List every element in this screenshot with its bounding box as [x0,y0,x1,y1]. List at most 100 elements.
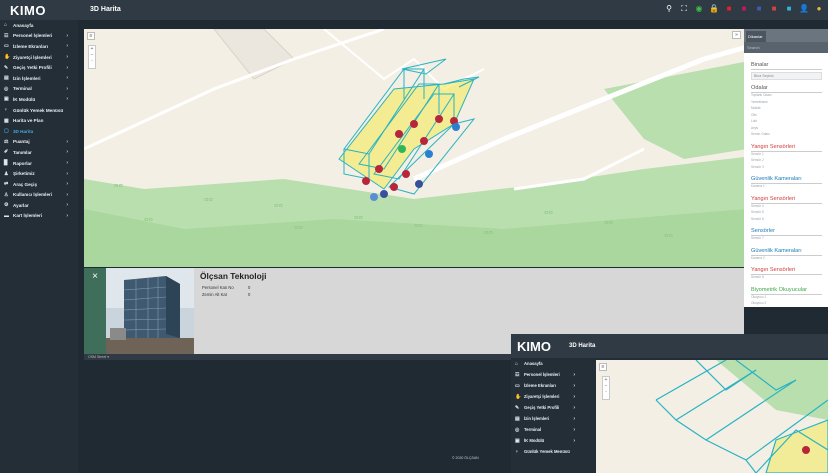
layer-item[interactable]: Kamera 1 [751,184,822,191]
layer-item[interactable]: Sensör 7 [751,236,822,243]
flag-other-icon[interactable]: ■ [739,4,749,14]
basemap-selector[interactable]: OSM Street ▾ [88,355,109,359]
reset-view-button[interactable]: ◦ [89,58,95,64]
nav-icon: ⚖ [4,138,9,145]
sidebar-item-1[interactable]: ☲ Personel İşlemleri › [511,369,591,380]
sidebar-item-1[interactable]: ☲ Personel İşlemleri › [0,31,78,42]
sidebar-item-11[interactable]: ⚖ Puantaj › [0,137,78,148]
layer-item[interactable]: Sensör 3 [751,165,822,172]
overlay-logo[interactable]: KIMO [517,339,551,354]
sidebar-item-0[interactable]: ⌂ Anasayfa [0,20,78,31]
sidebar-item-18[interactable]: ▬ Kart İşlemleri › [0,211,78,222]
overlay-map-view[interactable]: ≡ + − ◦ [596,360,828,473]
search-icon[interactable]: ⚲ [664,4,674,14]
info-label: Zemin Alt Kat [202,292,227,297]
sidebar-item-3[interactable]: ✋ Ziyaretçi İşlemleri › [0,52,78,63]
map-3d-view[interactable]: ⴰⴰ ⴰⴰ ⴰⴰ ⴰⴰ ⴰⴰ ⴰⴰ ⴰⴰ ⴰⴰ ⴰⴰ ⴰⴰ ⴰⴰ ≡ + − ◦ [84,29,811,267]
avatar-icon[interactable]: ● [814,4,824,14]
sidebar-item-8[interactable]: ♆ Günlük Yemek Menüsü [511,446,591,457]
flag-tr-icon[interactable]: ■ [724,4,734,14]
layer-section-title[interactable]: Biyometrik Okuyucular [751,287,822,295]
sidebar-item-9[interactable]: ▦ Harita ve Plan [0,115,78,126]
sidebar-item-3[interactable]: ✋ Ziyaretçi İşlemleri › [511,391,591,402]
nav-icon: ♆ [515,448,519,455]
fullscreen-icon[interactable]: ⛶ [679,4,689,14]
layer-section-title[interactable]: Güvenlik Kameraları [751,176,822,184]
user-icon[interactable]: 👤 [799,4,809,14]
sidebar-item-16[interactable]: ♙ Kullanıcı İşlemleri › [0,190,78,201]
app-logo[interactable]: KIMO [10,3,46,18]
chevron-right-icon: › [66,96,68,103]
svg-text:ⴰⴰ: ⴰⴰ [144,215,154,223]
sidebar-item-6[interactable]: ◎ Terminal › [0,84,78,95]
layer-section-title[interactable]: Binalar [751,62,822,70]
sidebar-item-label: İK Modülü [524,438,545,443]
layer-section-title[interactable]: Yangın Sensörleri [751,267,822,275]
sidebar-item-7[interactable]: ▣ İK Modülü › [511,435,591,446]
flag-en-icon[interactable]: ■ [754,4,764,14]
lock-icon[interactable]: 🔒 [709,4,719,14]
nav-icon: ♙ [4,191,9,198]
sidebar-item-0[interactable]: ⌂ Anasayfa [511,358,591,369]
layer-section-title[interactable]: Sensörler [751,228,822,236]
sidebar-item-12[interactable]: ✐ Tanımlar › [0,147,78,158]
layer-section-title[interactable]: Yangın Sensörleri [751,196,822,204]
panel-collapse-button[interactable]: » [732,31,741,39]
building-select[interactable]: Bina Seçiniz [751,72,822,80]
sidebar-item-6[interactable]: ◎ Terminal › [511,424,591,435]
sidebar-item-8[interactable]: ♆ Günlük Yemek Menüsü [0,105,78,116]
status-circle-icon[interactable]: ◉ [694,4,704,14]
layer-item-label: Kamera 2 [751,255,765,260]
chevron-right-icon: › [66,64,68,71]
nav-icon: ✎ [4,64,9,71]
tab-dikanlar[interactable]: Dikanlar [746,31,766,42]
topbar-icons: ⚲ ⛶ ◉ 🔒 ■ ■ ■ ■ ■ 👤 ● [664,4,828,14]
notification-icon[interactable]: ■ [784,4,794,14]
layer-section-title[interactable]: Güvenlik Kameraları [751,248,822,256]
overlay-reset-button[interactable]: ◦ [603,389,609,395]
sidebar-item-label: Terminal [13,86,32,92]
layer-item[interactable]: Kamera 2 [751,256,822,263]
sidebar-item-label: İzin İşlemleri [13,75,41,81]
top-navbar: KIMO 3D Harita ⚲ ⛶ ◉ 🔒 ■ ■ ■ ■ ■ 👤 ● [0,0,828,20]
sidebar-item-14[interactable]: ♟ Şirketimiz › [0,168,78,179]
sidebar-item-label: Şirketimiz [13,171,35,177]
svg-text:ⴰⴰ: ⴰⴰ [294,223,304,231]
sidebar-item-5[interactable]: ▤ İzin İşlemleri › [511,413,591,424]
layer-item[interactable]: Sensör 8 [751,275,822,282]
sidebar-item-4[interactable]: ✎ Geçiş Yetki Profili › [511,402,591,413]
layer-item[interactable]: Server Odası [751,132,822,139]
sidebar-item-2[interactable]: ▭ İzleme Ekranları › [0,41,78,52]
right-panel: Dikanlar Search Binalar Bina Seçiniz Odala… [744,29,828,307]
sidebar-item-13[interactable]: ▉ Raporlar › [0,158,78,169]
sidebar-item-17[interactable]: ⚙ Ayarlar › [0,200,78,211]
nav-icon: ◎ [515,426,520,433]
nav-icon: ✎ [515,404,520,411]
layer-section-title[interactable]: Yangın Sensörleri [751,144,822,152]
map-canvas[interactable]: ⴰⴰ ⴰⴰ ⴰⴰ ⴰⴰ ⴰⴰ ⴰⴰ ⴰⴰ ⴰⴰ ⴰⴰ ⴰⴰ ⴰⴰ [84,29,811,267]
building-title: Ölçsan Teknoloji [200,271,267,281]
layer-item[interactable]: Okuyucu 2 [751,301,822,308]
sidebar-item-4[interactable]: ✎ Geçiş Yetki Profili › [0,62,78,73]
layer-item[interactable]: Sensör 6 [751,217,822,224]
sidebar-item-15[interactable]: ⇄ Araç Geçiş › [0,179,78,190]
sidebar-item-2[interactable]: ▭ İzleme Ekranları › [511,380,591,391]
sidebar-item-10[interactable]: ▢ 3D Harita [0,126,78,137]
nav-icon: ✋ [4,54,11,61]
svg-text:ⴰⴰ: ⴰⴰ [664,231,674,239]
nav-icon: ⌂ [4,22,8,29]
close-icon[interactable]: × [84,268,106,354]
nav-icon: ⌂ [515,360,519,367]
nav-icon: ▭ [4,43,9,50]
layer-item-label: Sensör 8 [751,275,764,279]
sidebar-item-7[interactable]: ▣ İK Modülü › [0,94,78,105]
panel-search-input[interactable]: Search [744,42,828,53]
layers-button[interactable]: ≡ [87,32,95,40]
layer-item-label: Okuyucu 2 [751,301,767,305]
layer-section-title[interactable]: Odalar [751,85,822,93]
chevron-right-icon: › [66,54,68,61]
flag-de-icon[interactable]: ■ [769,4,779,14]
sidebar-item-5[interactable]: ▤ İzin İşlemleri › [0,73,78,84]
nav-icon: ⚙ [4,202,9,209]
overlay-layers-button[interactable]: ≡ [599,363,607,371]
